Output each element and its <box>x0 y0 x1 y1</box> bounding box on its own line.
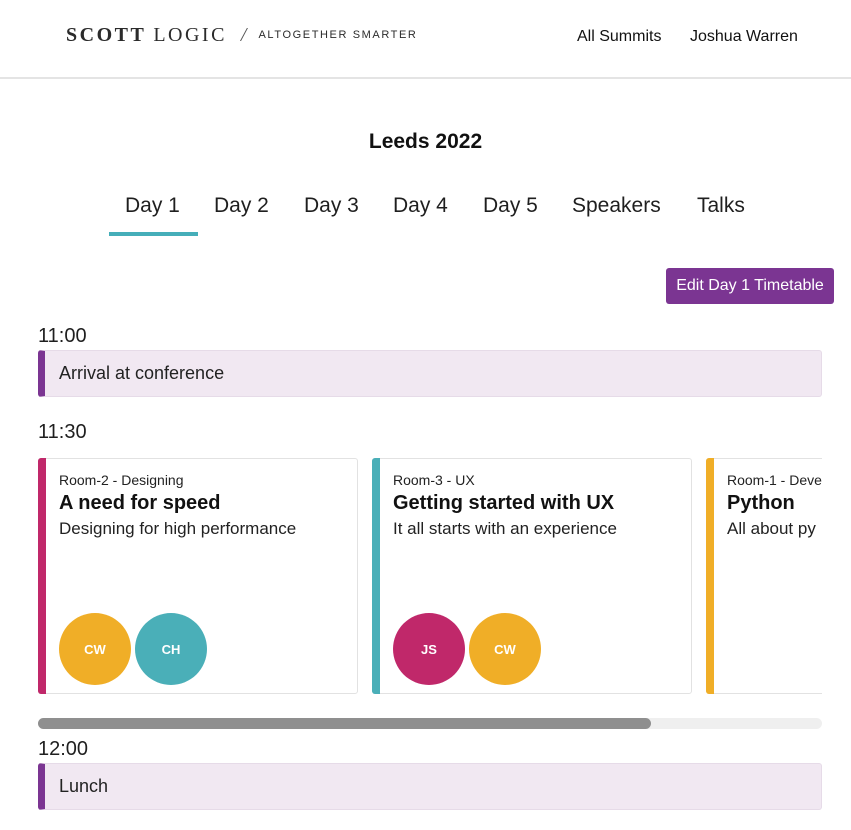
site-header: SCOTT LOGIC / ALTOGETHER SMARTER All Sum… <box>0 0 851 79</box>
logo-slash: / <box>240 24 247 46</box>
active-tab-indicator <box>109 232 198 236</box>
talks-carousel: Room-2 - Designing A need for speed Desi… <box>38 458 822 694</box>
logo-tagline: ALTOGETHER SMARTER <box>258 29 418 41</box>
tab-day-2[interactable]: Day 2 <box>214 194 269 218</box>
user-menu-link[interactable]: Joshua Warren <box>690 28 798 46</box>
speaker-avatar[interactable]: CW <box>469 613 541 685</box>
talk-room: Room-3 - UX <box>393 472 475 488</box>
time-label: 11:00 <box>38 325 87 347</box>
room-color-bar <box>38 458 46 694</box>
room-color-bar <box>372 458 380 694</box>
break-session-row[interactable]: Arrival at conference <box>38 350 822 397</box>
tab-speakers[interactable]: Speakers <box>572 194 661 218</box>
break-session-label: Lunch <box>59 776 109 796</box>
talk-title: Getting started with UX <box>393 492 615 514</box>
talk-title: A need for speed <box>59 492 221 514</box>
break-session-row[interactable]: Lunch <box>38 763 822 810</box>
talk-subtitle: All about py <box>727 519 816 538</box>
scott-logic-logo[interactable]: SCOTT LOGIC / ALTOGETHER SMARTER <box>66 24 417 47</box>
talk-card[interactable]: Room-3 - UX Getting started with UX It a… <box>372 458 692 694</box>
speaker-avatar[interactable]: CH <box>135 613 207 685</box>
speaker-avatar[interactable]: JS <box>393 613 465 685</box>
logo-secondary-text: LOGIC <box>153 24 227 46</box>
time-label: 11:30 <box>38 421 87 443</box>
speaker-avatar[interactable]: CW <box>59 613 131 685</box>
tab-talks[interactable]: Talks <box>697 194 745 218</box>
talk-subtitle: Designing for high performance <box>59 519 297 538</box>
carousel-scrollbar-thumb[interactable] <box>38 718 651 729</box>
tab-day-5[interactable]: Day 5 <box>483 194 538 218</box>
talk-card[interactable]: Room-2 - Designing A need for speed Desi… <box>38 458 358 694</box>
time-label: 12:00 <box>38 738 89 760</box>
talk-room: Room-1 - Deve <box>727 472 822 488</box>
tab-day-3[interactable]: Day 3 <box>304 194 359 218</box>
page-title: Leeds 2022 <box>368 130 483 153</box>
all-summits-link[interactable]: All Summits <box>577 28 661 46</box>
talk-card[interactable]: Room-1 - Deve Python All about py <box>706 458 822 694</box>
talk-subtitle: It all starts with an experience <box>393 519 617 538</box>
tab-day-4[interactable]: Day 4 <box>393 194 448 218</box>
talk-title: Python <box>727 492 795 514</box>
logo-primary-text: SCOTT <box>66 24 147 46</box>
edit-timetable-button[interactable]: Edit Day 1 Timetable <box>666 268 834 304</box>
carousel-scrollbar[interactable] <box>38 718 822 729</box>
room-color-bar <box>706 458 714 694</box>
talk-room: Room-2 - Designing <box>59 472 184 488</box>
tab-day-1[interactable]: Day 1 <box>125 194 180 218</box>
break-session-label: Arrival at conference <box>59 363 225 383</box>
